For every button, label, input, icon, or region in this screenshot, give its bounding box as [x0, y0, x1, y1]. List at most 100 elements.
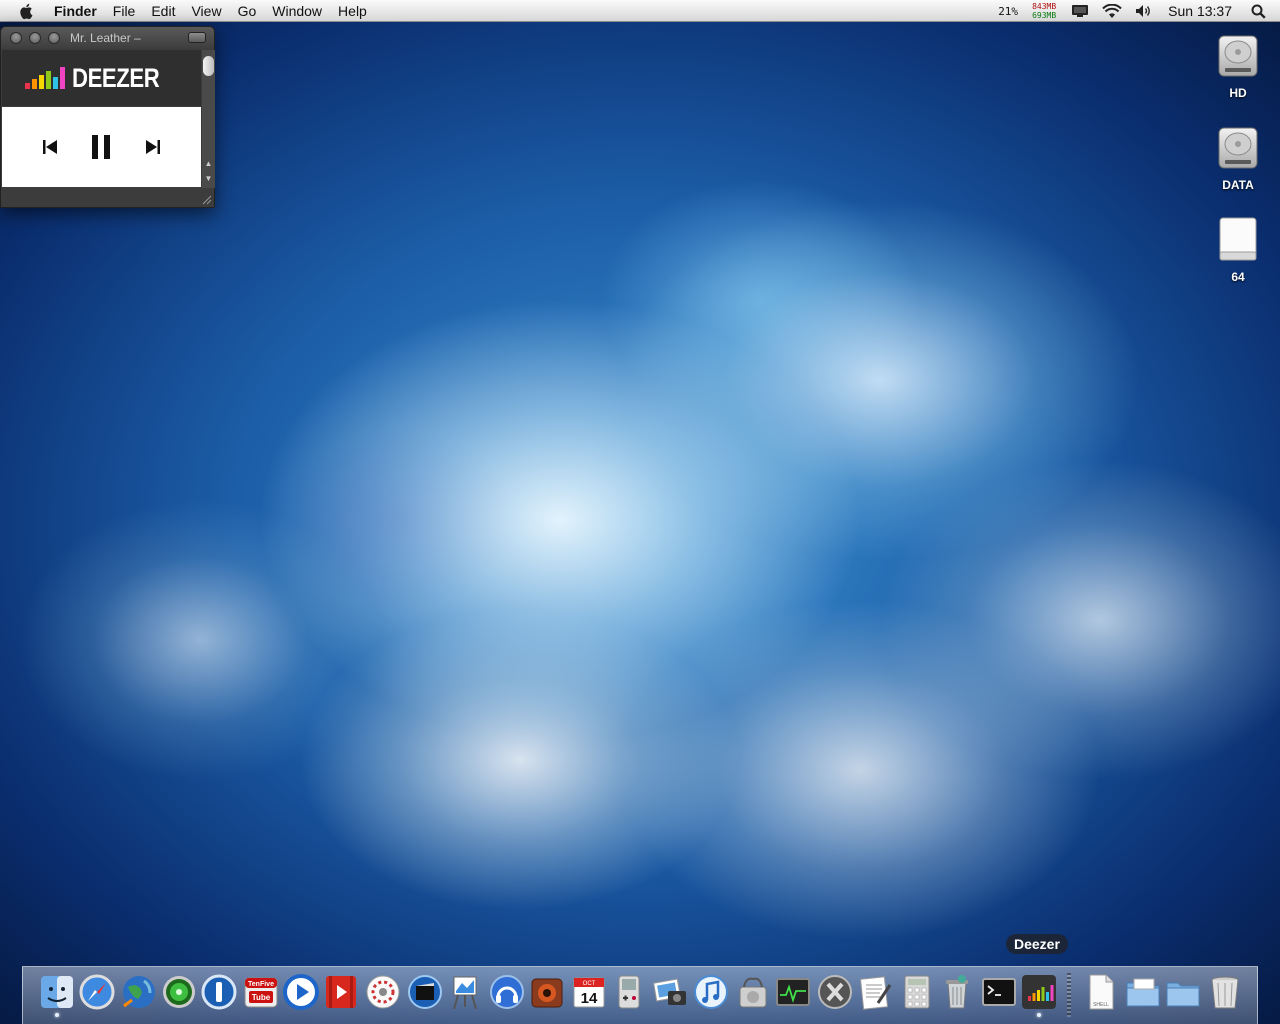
equalizer-bar: [1046, 992, 1049, 1001]
previous-track-button[interactable]: [34, 131, 66, 163]
dock-activity-monitor[interactable]: [773, 973, 813, 1017]
dock-ical[interactable]: OCT 14: [569, 973, 609, 1017]
pause-button[interactable]: [85, 131, 117, 163]
dock-textedit[interactable]: [855, 973, 895, 1017]
memory-monitor[interactable]: 843MB 693MB: [1032, 2, 1056, 20]
clapper-star-icon: [408, 975, 442, 1009]
dock-photos[interactable]: [651, 973, 691, 1017]
dock-audio-app[interactable]: [487, 973, 527, 1017]
equalizer-bar: [46, 71, 52, 89]
youtube-tv-icon: TenFive Tube: [244, 977, 278, 1008]
dock-finder[interactable]: [37, 973, 77, 1017]
dock-deezer[interactable]: [1019, 973, 1059, 1017]
deezer-mini-player-window: Mr. Leather – DEEZER ▲ ▼: [0, 26, 215, 208]
dock-calculator[interactable]: [897, 973, 937, 1017]
window-footer: [2, 188, 214, 207]
1password-icon: [201, 974, 237, 1010]
textedit-icon: [859, 976, 892, 1010]
desktop-icon-hd[interactable]: HD: [1203, 30, 1273, 100]
dock-gameboy[interactable]: [609, 973, 649, 1017]
toolbar-toggle-button[interactable]: [188, 32, 206, 43]
vertical-scrollbar[interactable]: ▲ ▼: [202, 50, 215, 188]
zoom-window-button[interactable]: [48, 32, 60, 44]
dock-shell-document[interactable]: SHELL: [1081, 973, 1121, 1017]
dock-folder[interactable]: [1163, 973, 1203, 1017]
deezer-logo: DEEZER: [2, 50, 201, 106]
menu-window[interactable]: Window: [264, 0, 330, 22]
display-mirror-icon[interactable]: [1070, 3, 1090, 19]
equalizer-bar: [53, 77, 59, 89]
terminal-icon: [982, 978, 1016, 1006]
activity-monitor-icon: [776, 978, 810, 1006]
osx-x-icon: [818, 975, 852, 1009]
scrollbar-thumb[interactable]: [203, 56, 214, 76]
trash-can-icon: [1211, 976, 1239, 1009]
next-icon: [146, 140, 161, 154]
scroll-down-arrow-icon[interactable]: ▼: [204, 174, 213, 183]
dock-separator: [1067, 973, 1071, 1017]
equalizer-bar: [1041, 987, 1045, 1001]
dock-disk-utility[interactable]: [733, 973, 773, 1017]
menu-app-name[interactable]: Finder: [52, 0, 105, 22]
dock-tenfive-tube[interactable]: TenFive Tube: [241, 973, 281, 1017]
dock-terminal[interactable]: [979, 973, 1019, 1017]
disk-stethoscope-icon: [739, 977, 767, 1008]
desktop-icon-64[interactable]: 64: [1203, 214, 1273, 284]
svg-text:SHELL: SHELL: [1093, 1002, 1109, 1008]
playback-controls: [2, 107, 201, 187]
menu-file[interactable]: File: [105, 0, 144, 22]
dock-radio-app[interactable]: [527, 973, 567, 1017]
deezer-app-icon: [1022, 975, 1056, 1009]
next-track-button[interactable]: [137, 131, 169, 163]
dock-preview-art[interactable]: [445, 973, 485, 1017]
dock-1password[interactable]: [199, 973, 239, 1017]
dock-trash-app[interactable]: [937, 973, 977, 1017]
desktop-icon-label: HD: [1229, 86, 1247, 100]
dock-cd-app[interactable]: [363, 973, 403, 1017]
menu-view[interactable]: View: [183, 0, 229, 22]
dock-tooltip: Deezer: [1006, 934, 1068, 954]
external-drive-icon: [1219, 217, 1257, 261]
equalizer-bar: [1037, 990, 1040, 1001]
window-titlebar[interactable]: Mr. Leather –: [1, 27, 214, 49]
memory-used: 843MB: [1032, 2, 1057, 11]
calendar-icon: OCT 14: [573, 977, 605, 1008]
dock-folder-stack[interactable]: [1123, 973, 1163, 1017]
dock-trash[interactable]: [1205, 973, 1245, 1017]
wifi-icon[interactable]: [1102, 3, 1122, 19]
menu-edit[interactable]: Edit: [143, 0, 183, 22]
dock-video-player[interactable]: [321, 973, 361, 1017]
finder-icon: [41, 976, 73, 1008]
equalizer-bar: [1028, 996, 1031, 1001]
resize-grip-icon[interactable]: [200, 193, 212, 205]
minimize-window-button[interactable]: [29, 32, 41, 44]
play-circle-icon: [283, 974, 319, 1010]
dock-safari[interactable]: [77, 973, 117, 1017]
dock-quicktime[interactable]: [281, 973, 321, 1017]
dock-globe-app[interactable]: [119, 973, 159, 1017]
radar-icon: [163, 976, 195, 1008]
dock-radar-app[interactable]: [159, 973, 199, 1017]
desktop-icon-data[interactable]: DATA: [1203, 122, 1273, 192]
menu-extras: 21% 843MB 693MB Sun 13:37: [998, 0, 1280, 22]
battery-percent[interactable]: 21%: [998, 5, 1018, 18]
volume-icon[interactable]: [1134, 3, 1154, 19]
photos-camera-icon: [653, 978, 686, 1005]
dock-imovie[interactable]: [405, 973, 445, 1017]
spotlight-search-icon[interactable]: [1248, 3, 1268, 19]
apple-menu-icon[interactable]: [18, 2, 36, 20]
menu-bar: Finder File Edit View Go Window Help 21%…: [0, 0, 1280, 22]
hard-drive-icon: [1218, 127, 1258, 169]
menu-help[interactable]: Help: [330, 0, 375, 22]
folder-icon: [1166, 982, 1200, 1007]
scroll-up-arrow-icon[interactable]: ▲: [204, 159, 213, 168]
close-window-button[interactable]: [10, 32, 22, 44]
menu-clock[interactable]: Sun 13:37: [1168, 3, 1232, 19]
menu-go[interactable]: Go: [230, 0, 265, 22]
headphones-icon: [490, 975, 524, 1009]
dock-osx-app[interactable]: [815, 973, 855, 1017]
gameboy-icon: [618, 975, 640, 1009]
pause-icon: [92, 135, 111, 159]
dock-itunes[interactable]: [691, 973, 731, 1017]
equalizer-bar: [25, 83, 31, 89]
